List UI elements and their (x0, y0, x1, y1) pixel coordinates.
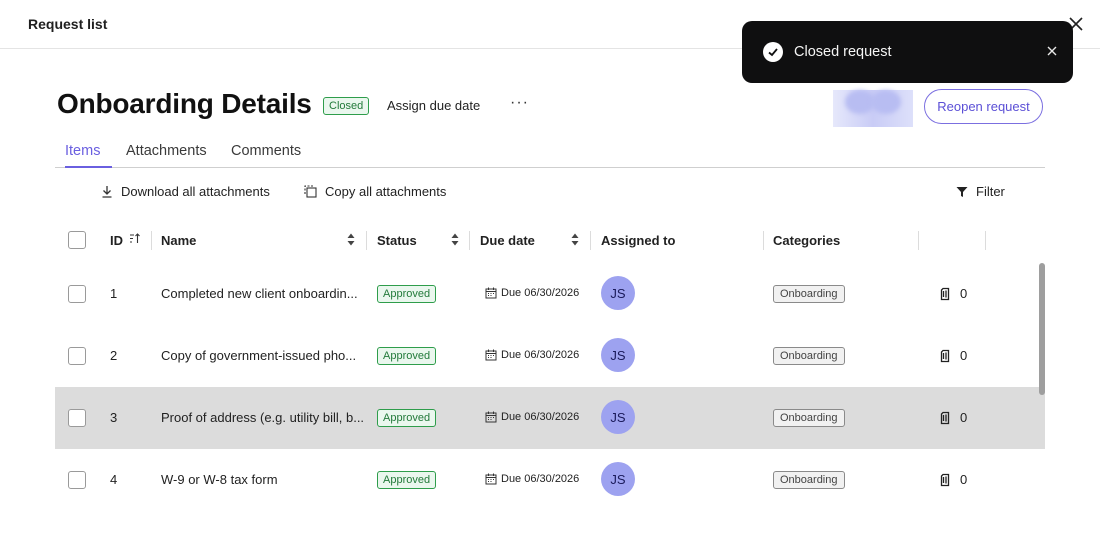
attachment-count[interactable]: 0 (940, 410, 967, 425)
paperclip-icon (940, 349, 950, 362)
due-date-text: Due 06/30/2026 (501, 349, 580, 361)
category-tag: Onboarding (773, 347, 845, 365)
avatar (871, 90, 901, 114)
column-divider (985, 231, 986, 250)
due-date: Due 06/30/2026 (485, 411, 579, 423)
row-checkbox[interactable] (68, 285, 86, 303)
category-tag: Onboarding (773, 409, 845, 427)
status-badge: Closed (323, 97, 370, 115)
avatar[interactable]: JS (601, 338, 635, 372)
table-row[interactable]: 4 W-9 or W-8 tax form Approved Due 06/30… (55, 449, 1045, 511)
filter-icon (956, 186, 968, 197)
column-divider (366, 231, 367, 250)
table-scrollbar[interactable] (1039, 263, 1045, 395)
page-header-title: Request list (28, 16, 108, 32)
assign-due-date-button[interactable]: Assign due date (387, 98, 480, 113)
paperclip-icon (940, 287, 950, 300)
attachment-count-value: 0 (960, 286, 968, 301)
download-icon (102, 186, 112, 198)
due-date-text: Due 06/30/2026 (501, 473, 580, 485)
due-date-text: Due 06/30/2026 (501, 287, 580, 299)
sort-icon[interactable] (347, 233, 355, 251)
row-id: 3 (110, 410, 118, 425)
due-date: Due 06/30/2026 (485, 349, 579, 361)
status-badge: Approved (377, 347, 437, 365)
status-badge: Approved (377, 471, 437, 489)
attachment-count-value: 0 (960, 472, 968, 487)
attachment-count[interactable]: 0 (940, 472, 967, 487)
column-header-categories[interactable]: Categories (773, 233, 840, 248)
paperclip-icon (940, 411, 950, 424)
check-circle-icon (763, 42, 783, 62)
table-header: ID Name Status Due date Assigned to Cate… (55, 224, 1045, 256)
column-divider (590, 231, 591, 250)
copy-all-label: Copy all attachments (325, 184, 447, 199)
tab-attachments[interactable]: Attachments (126, 143, 207, 168)
toast-notification: Closed request (742, 21, 1073, 83)
column-divider (918, 231, 919, 250)
row-name[interactable]: W-9 or W-8 tax form (161, 472, 278, 487)
due-date-text: Due 06/30/2026 (501, 411, 580, 423)
download-all-label: Download all attachments (121, 184, 270, 199)
column-header-name[interactable]: Name (161, 233, 196, 248)
tab-comments[interactable]: Comments (231, 143, 301, 168)
tab-items[interactable]: Items (65, 143, 112, 168)
row-id: 4 (110, 472, 118, 487)
tab-bar: Items Attachments Comments (55, 140, 1045, 168)
row-name[interactable]: Proof of address (e.g. utility bill, b..… (161, 410, 364, 425)
toast-close-icon[interactable] (1043, 42, 1061, 60)
column-header-status[interactable]: Status (377, 233, 417, 248)
column-divider (469, 231, 470, 250)
attachment-count-value: 0 (960, 410, 968, 425)
due-date: Due 06/30/2026 (485, 287, 579, 299)
calendar-icon (485, 411, 497, 423)
avatar[interactable]: JS (601, 462, 635, 496)
sort-icon[interactable] (571, 233, 579, 251)
row-id: 2 (110, 348, 118, 363)
row-name[interactable]: Completed new client onboardin... (161, 286, 358, 301)
column-divider (763, 231, 764, 250)
status-badge: Approved (377, 285, 437, 303)
toast-message: Closed request (794, 44, 892, 60)
due-date: Due 06/30/2026 (485, 473, 579, 485)
calendar-icon (485, 287, 497, 299)
calendar-icon (485, 473, 497, 485)
download-all-attachments-button[interactable]: Download all attachments (101, 184, 270, 199)
attachment-count[interactable]: 0 (940, 286, 967, 301)
copy-icon (304, 185, 317, 198)
attachment-count[interactable]: 0 (940, 348, 967, 363)
avatar[interactable]: JS (601, 276, 635, 310)
column-divider (151, 231, 152, 250)
sort-icon[interactable] (129, 232, 141, 250)
more-options-button[interactable]: ··· (510, 94, 529, 112)
table-row[interactable]: 2 Copy of government-issued pho... Appro… (55, 325, 1045, 387)
filter-button[interactable]: Filter (956, 184, 1005, 199)
sort-icon[interactable] (451, 233, 459, 251)
table-row[interactable]: 3 Proof of address (e.g. utility bill, b… (55, 387, 1045, 449)
column-header-due-date[interactable]: Due date (480, 233, 535, 248)
reopen-request-button[interactable]: Reopen request (924, 89, 1043, 124)
column-header-id[interactable]: ID (110, 233, 123, 248)
category-tag: Onboarding (773, 285, 845, 303)
row-checkbox[interactable] (68, 409, 86, 427)
status-badge: Approved (377, 409, 437, 427)
copy-all-attachments-button[interactable]: Copy all attachments (304, 184, 446, 199)
avatar-group (833, 90, 913, 127)
attachment-count-value: 0 (960, 348, 968, 363)
select-all-checkbox[interactable] (68, 231, 86, 249)
calendar-icon (485, 349, 497, 361)
column-header-assigned-to[interactable]: Assigned to (601, 233, 675, 248)
category-tag: Onboarding (773, 471, 845, 489)
row-checkbox[interactable] (68, 471, 86, 489)
request-title: Onboarding Details (57, 88, 312, 119)
filter-label: Filter (976, 184, 1005, 199)
row-checkbox[interactable] (68, 347, 86, 365)
avatar[interactable]: JS (601, 400, 635, 434)
row-name[interactable]: Copy of government-issued pho... (161, 348, 356, 363)
table-row[interactable]: 1 Completed new client onboardin... Appr… (55, 263, 1045, 325)
paperclip-icon (940, 473, 950, 486)
row-id: 1 (110, 286, 118, 301)
